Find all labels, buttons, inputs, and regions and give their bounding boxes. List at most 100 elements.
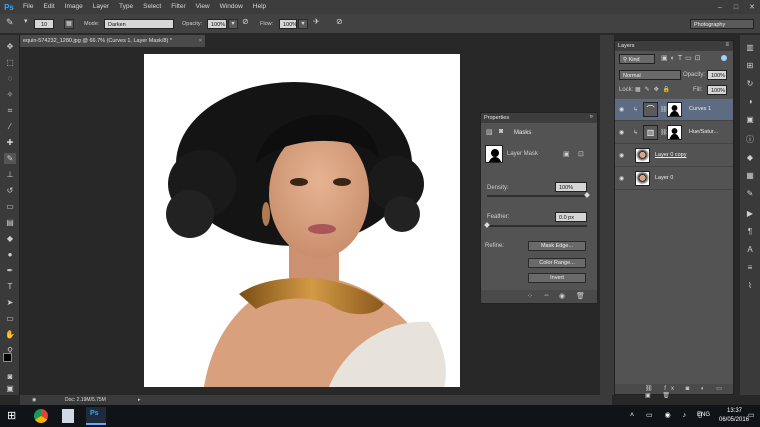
document-image[interactable] bbox=[144, 54, 460, 387]
info-icon[interactable]: ⓘ bbox=[745, 135, 755, 145]
status-arrow-icon[interactable]: ▸ bbox=[138, 395, 141, 405]
airbrush-icon[interactable]: ✈ bbox=[313, 17, 320, 27]
lock-icons[interactable]: ▦✎✥🔒 bbox=[635, 86, 674, 93]
histogram-icon[interactable]: ▥ bbox=[745, 43, 755, 53]
swatches-icon[interactable]: ▦ bbox=[745, 171, 755, 181]
layer-opacity-field[interactable]: 100% bbox=[707, 70, 727, 80]
filter-kind-select[interactable]: ⚲ Kind bbox=[619, 54, 655, 64]
layer-mask-thumbnail[interactable] bbox=[667, 102, 682, 117]
menu-window[interactable]: Window bbox=[215, 0, 248, 14]
feather-slider[interactable] bbox=[487, 225, 587, 227]
layer-mask-thumbnail[interactable] bbox=[667, 125, 682, 140]
close-icon[interactable]: × bbox=[199, 35, 202, 47]
flow-field[interactable]: 100% bbox=[279, 19, 297, 29]
blend-mode-select[interactable]: Normal bbox=[619, 70, 681, 80]
pressure-opacity-icon[interactable]: ⊘ bbox=[242, 17, 249, 27]
brush-panel-icon[interactable]: ▦ bbox=[64, 19, 74, 29]
brush-tool-icon[interactable]: ✎ bbox=[6, 17, 14, 27]
menu-layer[interactable]: Layer bbox=[88, 0, 114, 14]
panel-menu-icon[interactable]: ≡ bbox=[725, 42, 729, 48]
layer-row-curves-1[interactable]: ◉ ↳ ⌒ ⛓ Curves 1 bbox=[615, 99, 733, 121]
brush-tool-icon[interactable]: ✎ bbox=[4, 153, 16, 164]
menu-image[interactable]: Image bbox=[60, 0, 88, 14]
density-slider[interactable] bbox=[487, 195, 587, 197]
adjustment-icon[interactable]: ▨ bbox=[486, 128, 493, 136]
chrome-icon[interactable] bbox=[34, 409, 48, 423]
language-indicator[interactable]: ENG bbox=[697, 412, 710, 418]
character-icon[interactable]: A bbox=[745, 245, 755, 255]
flow-dropdown-icon[interactable]: ▾ bbox=[298, 19, 308, 29]
crop-tool-icon[interactable]: ⌗ bbox=[4, 105, 16, 116]
marquee-tool-icon[interactable]: ⬚ bbox=[4, 57, 16, 68]
filter-icons[interactable]: ▣◐T▭⊡ bbox=[661, 54, 704, 62]
visibility-eye-icon[interactable]: ◉ bbox=[619, 152, 624, 159]
path-selection-tool-icon[interactable]: ➤ bbox=[4, 297, 16, 308]
color-range-button[interactable]: Color Range... bbox=[528, 258, 586, 268]
windows-start-icon[interactable]: ⊞ bbox=[7, 409, 16, 422]
adjustments-icon[interactable]: ◑ bbox=[745, 97, 755, 107]
eyedropper-tool-icon[interactable]: ⁄ bbox=[4, 121, 16, 132]
menu-filter[interactable]: Filter bbox=[166, 0, 190, 14]
menu-help[interactable]: Help bbox=[248, 0, 271, 14]
visibility-eye-icon[interactable]: ◉ bbox=[619, 129, 624, 136]
pen-tool-icon[interactable]: ✒ bbox=[4, 265, 16, 276]
layer-thumbnail[interactable] bbox=[635, 148, 650, 163]
menu-edit[interactable]: Edit bbox=[38, 0, 59, 14]
density-field[interactable]: 100% bbox=[555, 182, 587, 192]
layer-row-layer-0-copy[interactable]: ◉ Layer 0 copy bbox=[615, 145, 733, 167]
history-icon[interactable]: ↻ bbox=[745, 79, 755, 89]
layer-name[interactable]: Hue/Satur... bbox=[689, 129, 718, 135]
invert-button[interactable]: Invert bbox=[528, 273, 586, 283]
layer-row-layer-0[interactable]: ◉ Layer 0 bbox=[615, 168, 733, 190]
gradient-tool-icon[interactable]: ▤ bbox=[4, 217, 16, 228]
notepad-icon[interactable] bbox=[62, 409, 74, 423]
blur-tool-icon[interactable]: ◆ bbox=[4, 233, 16, 244]
actions-icon[interactable]: ▶ bbox=[745, 209, 755, 219]
quick-select-tool-icon[interactable]: ✧ bbox=[4, 89, 16, 100]
tray-icons[interactable]: ˄ ▭ ◉ ♪ ▯ bbox=[630, 411, 707, 419]
paragraph-icon[interactable]: ¶ bbox=[745, 227, 755, 237]
channels-icon[interactable]: ≡ bbox=[745, 263, 755, 273]
styles-icon[interactable]: ▣ bbox=[745, 115, 755, 125]
navigator-icon[interactable]: ⊞ bbox=[745, 61, 755, 71]
lasso-tool-icon[interactable]: ◌ bbox=[4, 73, 16, 84]
eraser-tool-icon[interactable]: ▭ bbox=[4, 201, 16, 212]
move-tool-icon[interactable]: ✥ bbox=[4, 41, 16, 52]
delete-icon[interactable]: 🗑 bbox=[576, 292, 585, 300]
color-icon[interactable]: ◆ bbox=[745, 153, 755, 163]
pressure-size-icon[interactable]: ⊘ bbox=[336, 17, 343, 27]
photoshop-taskbar-icon[interactable]: Ps bbox=[86, 407, 106, 425]
layer-row-hue-saturation[interactable]: ◉ ↳ ▥ ⛓ Hue/Satur... bbox=[615, 122, 733, 144]
panel-collapse-icon[interactable]: » bbox=[590, 114, 593, 120]
visibility-icon[interactable]: ◉ bbox=[559, 292, 565, 300]
clone-stamp-tool-icon[interactable]: ⊥ bbox=[4, 169, 16, 180]
type-tool-icon[interactable]: T bbox=[4, 281, 16, 292]
hand-tool-icon[interactable]: ✋ bbox=[4, 329, 16, 340]
layer-name[interactable]: Layer 0 copy bbox=[655, 152, 687, 158]
feather-field[interactable]: 0.0 px bbox=[555, 212, 587, 222]
document-tab[interactable]: equin-574232_1280.jpg @ 66.7% (Curves 1,… bbox=[20, 35, 205, 47]
notifications-icon[interactable]: ▭ bbox=[748, 411, 755, 419]
screen-mode-icon[interactable]: ▣ bbox=[4, 383, 16, 394]
opacity-dropdown-icon[interactable]: ▾ bbox=[228, 19, 238, 29]
menu-file[interactable]: File bbox=[18, 0, 38, 14]
minimize-icon[interactable]: – bbox=[712, 0, 728, 14]
brush-preset-dropdown-icon[interactable]: ▾ bbox=[24, 17, 28, 27]
workspace-select[interactable]: Photography bbox=[690, 19, 754, 29]
layer-footer-icons[interactable]: ⛓ fx ◙ ◐ ▭ ▣ 🗑 bbox=[645, 385, 733, 399]
brush-size-field[interactable]: 10 bbox=[34, 19, 54, 29]
fill-field[interactable]: 100% bbox=[707, 85, 727, 95]
apply-mask-icon[interactable]: ⇔ bbox=[543, 292, 550, 299]
maximize-icon[interactable]: □ bbox=[728, 0, 744, 14]
mask-icon[interactable]: ◙ bbox=[499, 128, 503, 135]
layer-thumbnail[interactable] bbox=[635, 171, 650, 186]
share-icon[interactable]: ◉ bbox=[32, 395, 36, 405]
visibility-eye-icon[interactable]: ◉ bbox=[619, 106, 624, 113]
layer-name[interactable]: Layer 0 bbox=[655, 175, 673, 181]
shape-tool-icon[interactable]: ▭ bbox=[4, 313, 16, 324]
dodge-tool-icon[interactable]: ● bbox=[4, 249, 16, 260]
visibility-eye-icon[interactable]: ◉ bbox=[619, 175, 624, 182]
menu-select[interactable]: Select bbox=[138, 0, 166, 14]
select-mask-icon[interactable]: ▣ bbox=[563, 150, 570, 158]
menu-view[interactable]: View bbox=[191, 0, 215, 14]
